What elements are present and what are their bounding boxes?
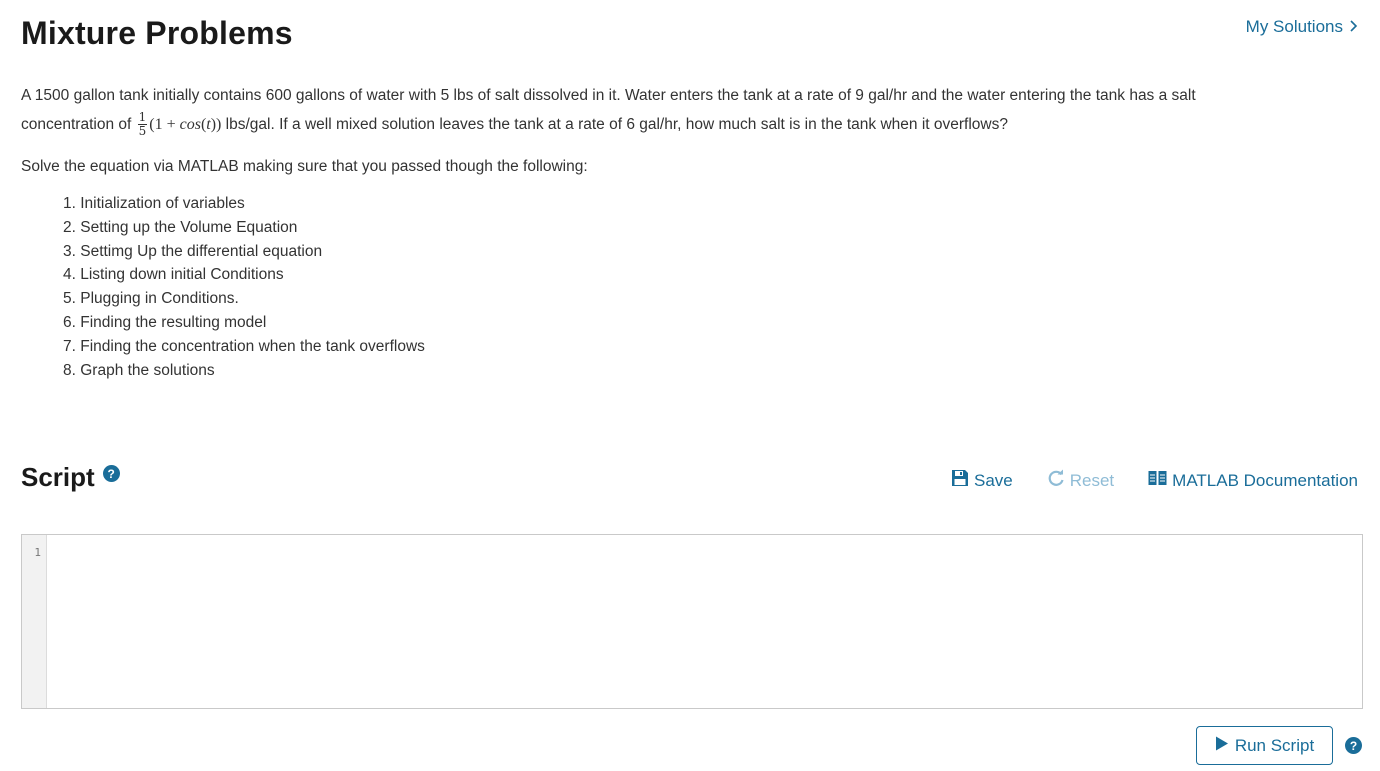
script-toolbar: Save Reset MATLAB Documentation: [951, 469, 1358, 492]
math-open: (1 +: [149, 116, 180, 133]
problem-line-1: A 1500 gallon tank initially contains 60…: [21, 87, 1196, 104]
problem-statement: A 1500 gallon tank initially contains 60…: [21, 81, 1361, 139]
problem-line-2-pre: concentration of: [21, 116, 132, 133]
floppy-disk-icon: [951, 469, 969, 492]
line-number: 1: [34, 546, 41, 559]
fraction-denominator: 5: [138, 124, 147, 139]
list-item: 7. Finding the concentration when the ta…: [63, 337, 425, 355]
list-item: 5. Plugging in Conditions.: [63, 290, 239, 308]
list-item: 4. Listing down initial Conditions: [63, 266, 284, 284]
run-help-icon[interactable]: ?: [1345, 737, 1362, 754]
play-triangle-icon: [1215, 736, 1229, 756]
steps-list: 1. Initialization of variables 2. Settin…: [63, 192, 425, 382]
fraction: 1 5: [137, 110, 148, 139]
list-item: 2. Setting up the Volume Equation: [63, 218, 298, 236]
problem-line-2-post: lbs/gal. If a well mixed solution leaves…: [221, 116, 1008, 133]
my-solutions-link[interactable]: My Solutions: [1246, 17, 1358, 37]
code-editor[interactable]: 1: [21, 534, 1363, 709]
math-fn: cos: [179, 116, 201, 133]
my-solutions-label: My Solutions: [1245, 17, 1343, 36]
code-input-area[interactable]: [47, 535, 1362, 708]
problem-line-2: concentration of 1 5 (1 + cos(t)) lbs/ga…: [21, 110, 1361, 139]
math-close: )): [210, 116, 222, 133]
list-item: 3. Settimg Up the differential equation: [63, 242, 323, 260]
save-label: Save: [974, 470, 1013, 490]
script-heading: Script ?: [21, 462, 120, 493]
circular-arrow-icon: [1047, 469, 1065, 492]
line-number-gutter: 1: [22, 535, 47, 708]
chevron-right-icon: [1349, 19, 1358, 36]
instructions: Solve the equation via MATLAB making sur…: [21, 158, 588, 175]
reset-label: Reset: [1069, 470, 1115, 490]
script-title: Script: [21, 462, 95, 492]
reset-button[interactable]: Reset: [1047, 469, 1114, 492]
run-script-button[interactable]: Run Script: [1196, 726, 1333, 765]
list-item: 8. Graph the solutions: [63, 361, 215, 379]
save-button[interactable]: Save: [951, 469, 1013, 492]
script-help-icon[interactable]: ?: [102, 465, 120, 482]
run-script-label: Run Script: [1234, 735, 1315, 755]
fraction-numerator: 1: [137, 110, 148, 126]
list-item: 6. Finding the resulting model: [63, 313, 267, 331]
page-title: Mixture Problems: [21, 15, 293, 51]
math-expression: (1 + cos(t)): [149, 116, 221, 133]
matlab-documentation-link[interactable]: MATLAB Documentation: [1148, 470, 1358, 491]
page: Mixture Problems My Solutions A 1500 gal…: [0, 0, 1380, 771]
book-icon: [1148, 470, 1167, 491]
matlab-documentation-label: MATLAB Documentation: [1172, 470, 1358, 490]
list-item: 1. Initialization of variables: [63, 195, 245, 212]
